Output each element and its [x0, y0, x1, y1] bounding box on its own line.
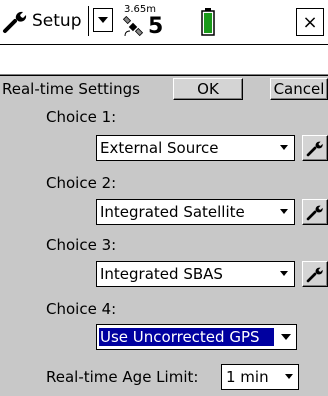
choice-3-value: Integrated SBAS: [100, 265, 223, 283]
page-title: Real-time Settings: [2, 80, 140, 98]
chevron-down-icon: [280, 145, 288, 150]
choice-1-label: Choice 1:: [46, 108, 117, 126]
chevron-down-icon: [280, 209, 288, 214]
choice-2-select[interactable]: Integrated Satellite: [96, 199, 295, 225]
title-bar: Setup 3.65m 5 ×: [0, 0, 328, 45]
setup-dropdown-button[interactable]: [93, 8, 113, 32]
satellite-icon: [122, 16, 144, 37]
chevron-down-icon: [285, 374, 293, 379]
age-limit-value: 1 min: [226, 368, 269, 386]
age-limit-label: Real-time Age Limit:: [46, 368, 199, 386]
choice-2-label: Choice 2:: [46, 174, 117, 192]
choice-4-value: Use Uncorrected GPS: [99, 328, 274, 346]
wrench-icon: [306, 141, 323, 157]
settings-header: Real-time Settings OK Cancel: [0, 75, 328, 103]
chevron-down-icon: [281, 333, 291, 340]
wrench-icon: [306, 205, 323, 221]
close-icon: ×: [302, 11, 318, 33]
choice-3-config-button[interactable]: [302, 261, 328, 287]
cancel-button[interactable]: Cancel: [270, 78, 328, 100]
setup-label: Setup: [32, 11, 82, 31]
chevron-down-icon: [280, 271, 288, 276]
gps-status[interactable]: 3.65m 5: [122, 4, 182, 40]
ok-button[interactable]: OK: [173, 78, 243, 100]
settings-panel: Choice 1: External Source Choice 2: Inte…: [0, 102, 328, 396]
satellite-count: 5: [148, 14, 164, 39]
wrench-icon: [3, 11, 27, 33]
battery-icon[interactable]: [201, 8, 215, 36]
choice-4-select[interactable]: Use Uncorrected GPS: [96, 324, 297, 350]
age-limit-select[interactable]: 1 min: [221, 364, 299, 390]
choice-2-value: Integrated Satellite: [100, 203, 245, 221]
choice-1-select[interactable]: External Source: [96, 135, 295, 161]
close-button[interactable]: ×: [296, 8, 324, 36]
choice-1-config-button[interactable]: [302, 135, 328, 161]
choice-1-value: External Source: [100, 139, 219, 157]
choice-4-label: Choice 4:: [46, 300, 117, 318]
choice-2-config-button[interactable]: [302, 199, 328, 225]
blank-band: [0, 45, 328, 75]
choice-3-select[interactable]: Integrated SBAS: [96, 261, 295, 287]
choice-3-label: Choice 3:: [46, 236, 117, 254]
title-separator: [88, 6, 89, 36]
setup-menu-button[interactable]: Setup: [2, 6, 88, 36]
wrench-icon: [306, 267, 323, 283]
dropdown-arrow-icon: [98, 17, 108, 23]
